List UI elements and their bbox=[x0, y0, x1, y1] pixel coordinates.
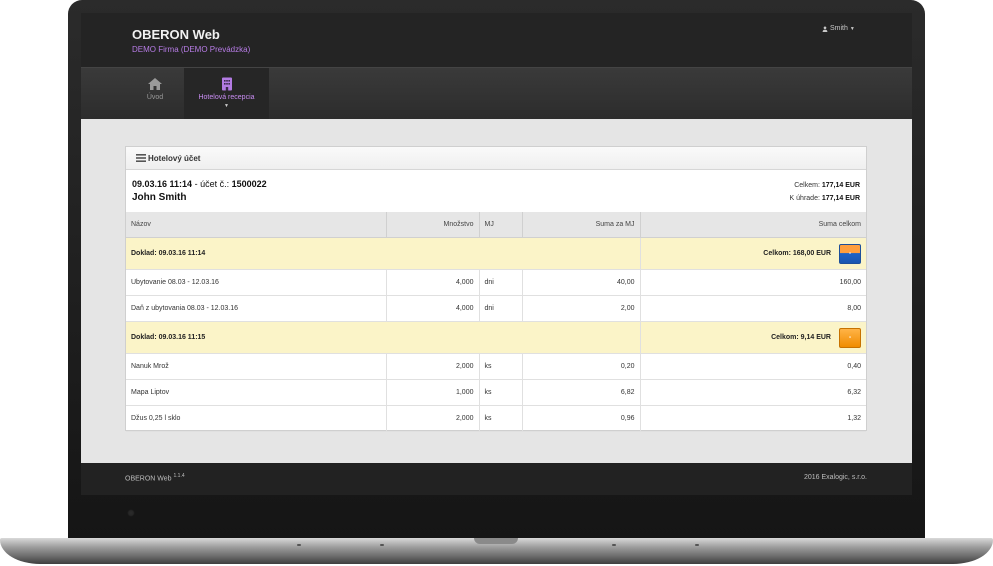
column-header-mnozstvo[interactable]: Množstvo bbox=[386, 212, 480, 238]
building-icon bbox=[221, 77, 232, 91]
user-name: Smith bbox=[830, 25, 848, 32]
item-unit-price: 40,00 bbox=[522, 269, 641, 296]
document-total: Celkom: 9,14 EUR bbox=[771, 334, 831, 341]
table-row: Džus 0,25 l sklo 2,000 ks 0,96 1,32 bbox=[126, 405, 866, 432]
item-qty: 2,000 bbox=[386, 353, 480, 380]
item-unit-price: 0,96 bbox=[522, 405, 641, 432]
app-title: OBERON Web bbox=[132, 27, 220, 42]
base-vent bbox=[297, 544, 301, 546]
table-row: Mapa Liptov 1,000 ks 6,82 6,32 bbox=[126, 379, 866, 406]
panel-heading: Hotelový účet bbox=[126, 147, 866, 170]
item-unit: dni bbox=[479, 269, 523, 296]
account-line: 09.03.16 11:14 - účet č.: 1500022 bbox=[132, 179, 267, 189]
document-total-cell: Celkom: 168,00 EUR - bbox=[640, 237, 866, 270]
document-action-button[interactable]: - bbox=[839, 327, 861, 348]
document-action-button[interactable]: - bbox=[839, 243, 861, 264]
item-total: 8,00 bbox=[640, 295, 866, 322]
footer-app-name: OBERON Web bbox=[125, 475, 172, 483]
total-label: Celkem: bbox=[794, 182, 820, 189]
account-totals: Celkem: 177,14 EUR K úhrade: 177,14 EUR bbox=[790, 179, 860, 205]
base-vent bbox=[695, 544, 699, 546]
nav-item-hotelova-recepcia[interactable]: Hotelová recepcia ▼ bbox=[184, 68, 269, 120]
item-name: Nanuk Mrož bbox=[126, 353, 387, 380]
item-total: 6,32 bbox=[640, 379, 866, 406]
nav-item-uvod[interactable]: Úvod bbox=[128, 68, 182, 120]
column-header-mj[interactable]: MJ bbox=[479, 212, 523, 238]
item-unit-price: 2,00 bbox=[522, 295, 641, 322]
company-subtitle: DEMO Firma (DEMO Prevádzka) bbox=[132, 45, 251, 54]
footer-app: OBERON Web 1.1.4 bbox=[125, 473, 185, 482]
column-header-suma-celkom[interactable]: Suma celkom bbox=[640, 212, 866, 238]
account-info: 09.03.16 11:14 - účet č.: 1500022 John S… bbox=[126, 170, 866, 212]
item-name: Ubytovanie 08.03 - 12.03.16 bbox=[126, 269, 387, 296]
item-qty: 4,000 bbox=[386, 269, 480, 296]
item-unit: ks bbox=[479, 379, 523, 406]
document-total-cell: Celkom: 9,14 EUR - bbox=[640, 321, 866, 354]
item-unit: ks bbox=[479, 405, 523, 432]
item-name: Džus 0,25 l sklo bbox=[126, 405, 387, 432]
item-qty: 1,000 bbox=[386, 379, 480, 406]
nav-label: Úvod bbox=[146, 94, 164, 101]
caret-down-icon: ▼ bbox=[224, 103, 229, 109]
payment-value: 177,14 EUR bbox=[821, 195, 860, 202]
item-unit: dni bbox=[479, 295, 523, 322]
laptop-notch bbox=[474, 538, 518, 544]
document-row: Doklad: 09.03.16 11:15 Celkom: 9,14 EUR … bbox=[126, 321, 866, 354]
column-header-nazov[interactable]: Názov bbox=[126, 212, 387, 238]
document-total: Celkom: 168,00 EUR bbox=[763, 250, 831, 257]
document-row: Doklad: 09.03.16 11:14 Celkom: 168,00 EU… bbox=[126, 237, 866, 270]
user-menu[interactable]: Smith ▼ bbox=[822, 25, 855, 32]
item-total: 160,00 bbox=[640, 269, 866, 296]
footer-version: 1.1.4 bbox=[173, 473, 185, 479]
home-icon bbox=[148, 78, 162, 90]
app-screen: OBERON Web DEMO Firma (DEMO Prevádzka) S… bbox=[81, 13, 912, 495]
item-qty: 4,000 bbox=[386, 295, 480, 322]
table-row: Ubytovanie 08.03 - 12.03.16 4,000 dni 40… bbox=[126, 269, 866, 296]
item-name: Daň z ubytovania 08.03 - 12.03.16 bbox=[126, 295, 387, 322]
main-nav: Úvod Hotelová recepcia ▼ bbox=[81, 67, 912, 120]
table-row: Nanuk Mrož 2,000 ks 0,20 0,40 bbox=[126, 353, 866, 380]
payment-label: K úhrade: bbox=[789, 195, 820, 202]
hotel-account-panel: Hotelový účet 09.03.16 11:14 - účet č.: … bbox=[125, 146, 867, 432]
caret-down-icon: ▼ bbox=[849, 25, 855, 32]
user-icon bbox=[822, 25, 828, 32]
item-unit: ks bbox=[479, 353, 523, 380]
column-header-suma-za-mj[interactable]: Suma za MJ bbox=[522, 212, 641, 238]
base-vent bbox=[612, 544, 616, 546]
item-unit-price: 6,82 bbox=[522, 379, 641, 406]
account-number-label: - účet č.: bbox=[194, 179, 230, 189]
total-value: 177,14 EUR bbox=[821, 182, 860, 189]
panel-title: Hotelový účet bbox=[148, 153, 201, 163]
main-content: Hotelový účet 09.03.16 11:14 - účet č.: … bbox=[81, 119, 912, 463]
laptop-base bbox=[0, 538, 993, 564]
app-header: OBERON Web DEMO Firma (DEMO Prevádzka) S… bbox=[81, 13, 912, 67]
account-items-table: Názov Množstvo MJ Suma za MJ Suma celkom… bbox=[126, 212, 866, 432]
footer-year: 2016 bbox=[803, 474, 820, 481]
table-header-row: Názov Množstvo MJ Suma za MJ Suma celkom bbox=[126, 212, 866, 238]
account-number: 1500022 bbox=[231, 179, 267, 189]
list-icon bbox=[136, 154, 146, 162]
nav-label: Hotelová recepcia bbox=[198, 94, 255, 101]
item-name: Mapa Liptov bbox=[126, 379, 387, 406]
document-label: Doklad: 09.03.16 11:15 bbox=[126, 321, 641, 354]
guest-name: John Smith bbox=[132, 192, 187, 203]
item-qty: 2,000 bbox=[386, 405, 480, 432]
item-total: 1,32 bbox=[640, 405, 866, 432]
footer-company: Exalogic, s.r.o. bbox=[821, 474, 867, 481]
base-vent bbox=[380, 544, 384, 546]
app-footer: OBERON Web 1.1.4 2016 Exalogic, s.r.o. bbox=[81, 463, 912, 495]
item-total: 0,40 bbox=[640, 353, 866, 380]
item-unit-price: 0,20 bbox=[522, 353, 641, 380]
table-row: Daň z ubytovania 08.03 - 12.03.16 4,000 … bbox=[126, 295, 866, 322]
webcam-dot bbox=[127, 509, 135, 517]
document-label: Doklad: 09.03.16 11:14 bbox=[126, 237, 641, 270]
footer-copyright: 2016 Exalogic, s.r.o. bbox=[804, 474, 867, 481]
account-datetime: 09.03.16 11:14 bbox=[132, 179, 193, 189]
